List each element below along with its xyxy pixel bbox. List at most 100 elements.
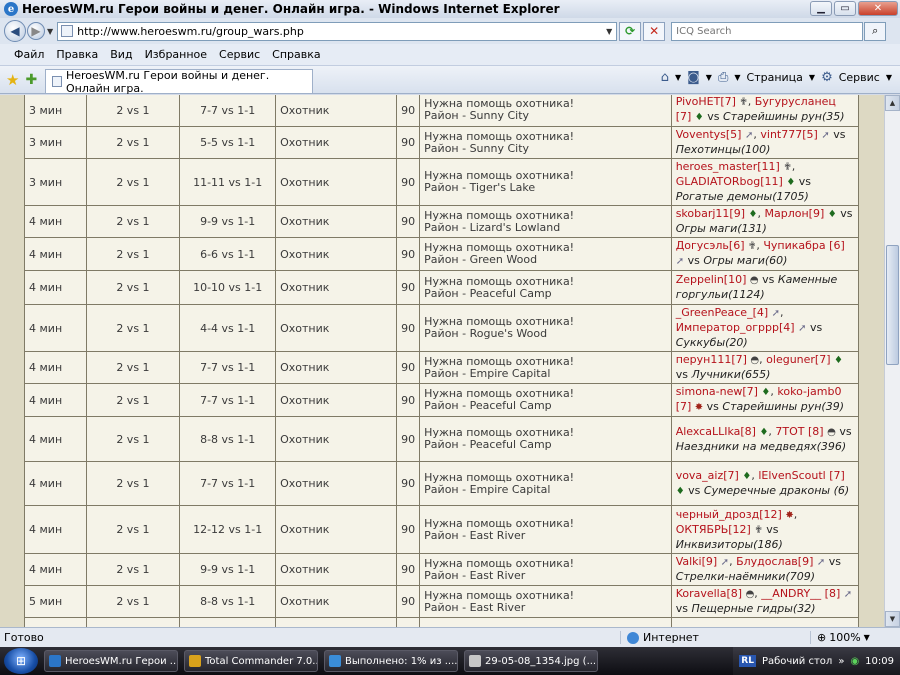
back-button[interactable]: ◀ [4, 20, 26, 42]
player-link[interactable]: Voventys[5] [676, 128, 742, 141]
forward-button[interactable]: ▶ [27, 22, 45, 40]
time-cell: 4 мин [24, 270, 87, 305]
add-favorites-icon[interactable]: ✚ [25, 72, 37, 88]
taskbar-item-image[interactable]: 29-05-08_1354.jpg (... [464, 650, 598, 672]
player-link[interactable]: Valki[9] [676, 555, 717, 568]
level-range-cell: 11-11 vs 1-1 [179, 158, 277, 206]
class-cell: Охотник [275, 505, 398, 554]
favorites-star-icon[interactable]: ★ [6, 71, 19, 89]
player-link[interactable]: AlexcaLLIka[8] [676, 425, 756, 438]
search-box[interactable] [671, 21, 864, 41]
menu-favorites[interactable]: Избранное [145, 48, 207, 61]
helm-icon: ◓ [750, 355, 760, 366]
player-link[interactable]: simona-new[7] [676, 385, 758, 398]
home-icon[interactable]: ⌂ [661, 70, 669, 85]
menu-help[interactable]: Справка [272, 48, 320, 61]
monster-label: Пехотинцы(100) [675, 143, 771, 156]
description-line: Нужна помощь охотника! [424, 516, 575, 530]
address-url[interactable]: http://www.heroeswm.ru/group_wars.php [77, 25, 602, 38]
player-link[interactable]: GLADIATORbog[11] [676, 175, 783, 188]
ie-logo-icon: e [4, 2, 18, 16]
tools-gear-icon[interactable]: ⚙ [821, 70, 833, 85]
zoom-control[interactable]: ⊕ 100% ▼ [810, 631, 870, 644]
player-link[interactable]: lElvenScoutl [7] [758, 469, 845, 482]
network-icon[interactable]: ◉ [850, 656, 859, 667]
menu-bar: Файл Правка Вид Избранное Сервис Справка [0, 44, 900, 66]
refresh-button[interactable]: ⟳ [619, 21, 642, 41]
player-link[interactable]: skobarj11[9] [676, 207, 745, 220]
show-desktop-icon[interactable]: » [838, 656, 844, 667]
player-link[interactable]: vint777[5] [760, 128, 817, 141]
level-range-cell: 9-9 vs 1-1 [179, 205, 277, 238]
player-link[interactable]: 7TOT [8] [775, 425, 823, 438]
menu-tools[interactable]: Сервис [219, 48, 260, 61]
address-row: ◀ ▶ ▼ http://www.heroeswm.ru/group_wars.… [0, 18, 900, 44]
menu-file[interactable]: Файл [14, 48, 44, 61]
player-link[interactable]: Император_огррр[4] [676, 321, 795, 334]
stop-button[interactable]: ✕ [643, 21, 666, 41]
history-dropdown-icon[interactable]: ▼ [47, 27, 53, 36]
desktop-toolbar[interactable]: Рабочий стол [762, 656, 832, 667]
player-link[interactable]: черный_дрозд[12] [676, 508, 782, 521]
menu-edit[interactable]: Правка [56, 48, 98, 61]
type-cell: 2 vs 1 [85, 205, 181, 238]
tools-menu[interactable]: Сервис [839, 71, 880, 84]
player-link[interactable]: vova_aiz[7] [676, 469, 739, 482]
taskbar-item-download[interactable]: Выполнено: 1% из .... [324, 650, 458, 672]
close-button[interactable]: ✕ [858, 1, 898, 16]
start-button[interactable]: ⊞ [4, 648, 38, 674]
scroll-down-icon[interactable]: ▼ [885, 611, 900, 627]
search-input[interactable] [676, 25, 827, 37]
tools-dropdown-icon[interactable]: ▼ [886, 73, 892, 82]
player-link[interactable]: Koravella[8] [676, 587, 742, 600]
menu-view[interactable]: Вид [110, 48, 132, 61]
language-indicator[interactable]: RL [739, 655, 756, 667]
class-cell: Охотник [275, 158, 398, 206]
type-cell: 2 vs 1 [85, 126, 181, 159]
address-bar[interactable]: http://www.heroeswm.ru/group_wars.php ▼ [57, 21, 618, 41]
taskbar-item-ie[interactable]: HeroesWM.ru Герои ... [44, 650, 178, 672]
player-link[interactable]: Блудослав[9] [736, 555, 813, 568]
player-link[interactable]: ОКТЯБРЬ[12] [676, 523, 751, 536]
print-icon[interactable]: ⎙ [718, 70, 728, 85]
level-range-cell [179, 617, 277, 627]
description-cell [419, 617, 672, 627]
participants-cell: PivoHET[7] ✟, Бугурусланец [7] ♦ vs Стар… [670, 95, 860, 127]
description-cell: Нужна помощь охотника! Район - East River [419, 585, 672, 618]
player-link[interactable]: PivoHET[7] [676, 95, 736, 108]
scroll-up-icon[interactable]: ▲ [885, 95, 900, 111]
scroll-thumb[interactable] [886, 245, 899, 365]
type-cell: 2 vs 1 [85, 158, 181, 206]
vertical-scrollbar[interactable]: ▲ ▼ [884, 95, 900, 627]
print-dropdown-icon[interactable]: ▼ [734, 73, 740, 82]
description-line: Нужна помощь охотника! [424, 208, 575, 222]
leaf-icon: ♦ [761, 387, 771, 398]
player-link[interactable]: _GreenPeace_[4] [676, 306, 768, 319]
player-link[interactable]: Zeppelin[10] [676, 273, 747, 286]
taskbar-item-totalcmd[interactable]: Total Commander 7.0... [184, 650, 318, 672]
player-link[interactable]: heroes_master[11] [676, 160, 780, 173]
maximize-button[interactable]: ▭ [834, 1, 856, 16]
player-link[interactable]: Догусэль[6] [676, 239, 745, 252]
district-line: Район - Peaceful Camp [424, 399, 552, 412]
time-cell: 4 мин [24, 461, 87, 506]
home-dropdown-icon[interactable]: ▼ [675, 73, 681, 82]
zoom-dropdown-icon[interactable]: ▼ [864, 633, 870, 642]
player-link[interactable]: Чупикабра [6] [763, 239, 844, 252]
address-dropdown-icon[interactable]: ▼ [602, 27, 616, 36]
page-dropdown-icon[interactable]: ▼ [809, 73, 815, 82]
player-link[interactable]: перун111[7] [676, 353, 747, 366]
minimize-button[interactable]: ▁ [810, 1, 832, 16]
tab-heroeswm[interactable]: HeroesWM.ru Герои войны и денег. Онлайн … [45, 69, 314, 95]
page-menu[interactable]: Страница [747, 71, 803, 84]
player-link[interactable]: __ANDRY__ [8] [761, 587, 840, 600]
window-controls: ▁ ▭ ✕ [810, 1, 898, 16]
player-link[interactable]: Марлон[9] [764, 207, 824, 220]
table-row: 4 мин 2 vs 1 7-7 vs 1-1 Охотник 90 Нужна помо… [24, 351, 860, 384]
level-range-cell: 10-10 vs 1-1 [179, 270, 277, 305]
level-range-cell: 8-8 vs 1-1 [179, 585, 277, 618]
player-link[interactable]: oleguner[7] [766, 353, 830, 366]
feeds-icon[interactable]: ◙ [687, 70, 700, 85]
feeds-dropdown-icon[interactable]: ▼ [706, 73, 712, 82]
search-icon[interactable]: ⌕ [864, 21, 887, 41]
